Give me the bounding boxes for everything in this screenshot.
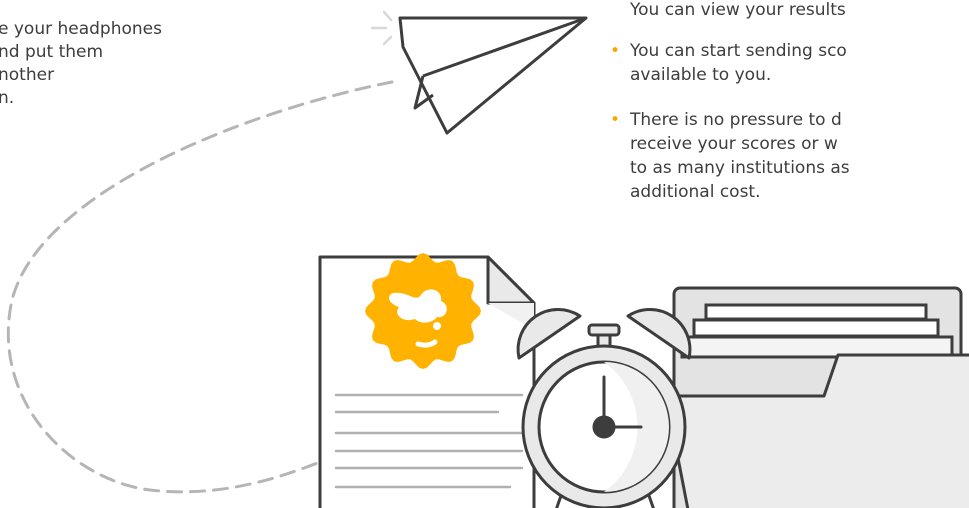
illustration	[6, 10, 969, 508]
alarm-clock-icon	[516, 308, 692, 508]
file-folder-icon	[664, 286, 969, 508]
sparkle-icon	[370, 10, 393, 46]
paper-plane-icon	[398, 16, 588, 135]
